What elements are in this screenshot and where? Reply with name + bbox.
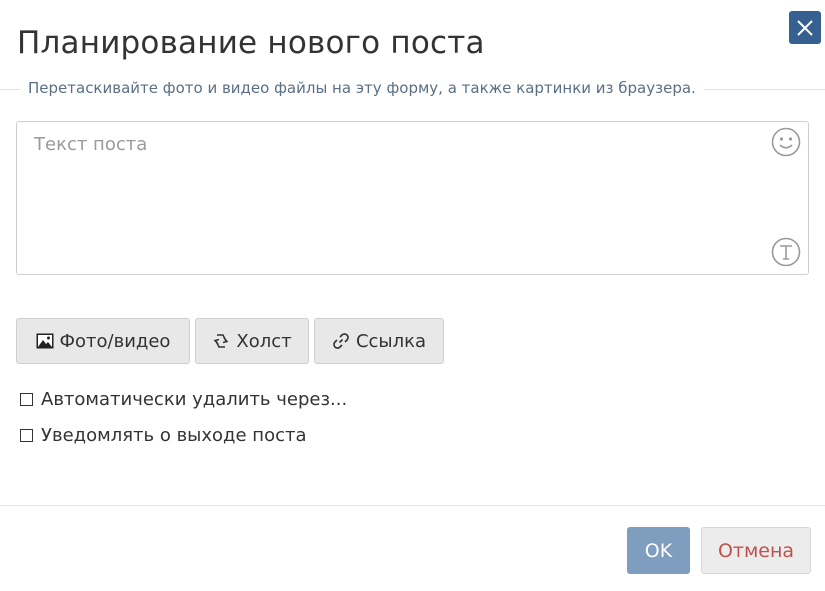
auto-delete-option[interactable]: Автоматически удалить через... <box>20 389 347 410</box>
link-icon <box>333 333 349 349</box>
post-placeholder: Текст поста <box>34 134 148 155</box>
close-icon <box>797 19 813 36</box>
cancel-button[interactable]: Отмена <box>701 527 811 574</box>
canvas-icon <box>214 334 229 348</box>
text-format-icon[interactable] <box>770 236 802 268</box>
canvas-button[interactable]: Холст <box>195 318 309 364</box>
drag-drop-hint: Перетаскивайте фото и видео файлы на эту… <box>20 79 704 97</box>
dialog-title: Планирование нового поста <box>17 25 485 61</box>
close-button[interactable] <box>789 11 821 44</box>
link-button[interactable]: Ссылка <box>314 318 444 364</box>
ok-button[interactable]: OK <box>627 527 690 574</box>
photo-video-button[interactable]: Фото/видео <box>16 318 190 364</box>
canvas-label: Холст <box>236 330 292 352</box>
footer-divider <box>0 505 825 506</box>
auto-delete-label: Автоматически удалить через... <box>41 389 348 410</box>
post-text-area[interactable]: Текст поста <box>16 121 809 275</box>
smiley-icon[interactable] <box>770 126 802 158</box>
auto-delete-checkbox[interactable] <box>20 393 33 406</box>
notify-label: Уведомлять о выходе поста <box>41 425 307 446</box>
link-label: Ссылка <box>355 330 427 352</box>
notify-option[interactable]: Уведомлять о выходе поста <box>20 425 307 446</box>
notify-checkbox[interactable] <box>20 429 33 442</box>
image-icon <box>36 333 54 349</box>
photo-video-label: Фото/видео <box>59 330 171 352</box>
